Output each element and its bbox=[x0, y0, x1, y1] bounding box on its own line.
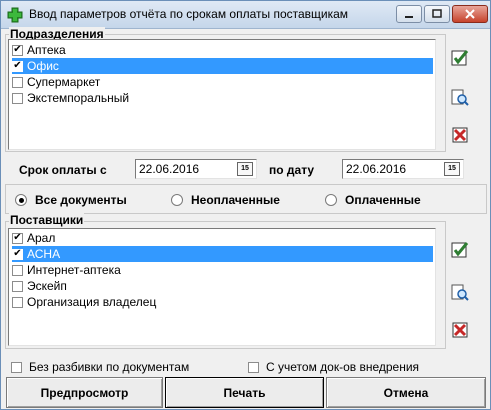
list-item-label: Организация владелец bbox=[27, 295, 157, 309]
no-breakdown-option[interactable]: Без разбивки по документам bbox=[11, 360, 189, 374]
period-to-label: по дату bbox=[269, 163, 315, 177]
report-dialog: Ввод параметров отчёта по срокам оплаты … bbox=[0, 0, 491, 410]
departments-list[interactable]: ✔ Аптека ✔ Офис Супермаркет Экстемпораль… bbox=[8, 39, 436, 150]
list-item-label: Аптека bbox=[27, 43, 66, 57]
check-all-icon bbox=[451, 50, 469, 66]
clear-icon bbox=[452, 322, 468, 338]
date-to-field[interactable]: 22.06.2016 15 bbox=[342, 159, 464, 179]
radio-label: Оплаченные bbox=[345, 193, 421, 207]
cancel-button[interactable]: Отмена bbox=[326, 377, 486, 408]
radio-label: Неоплаченные bbox=[191, 193, 280, 207]
checkbox[interactable] bbox=[11, 361, 22, 373]
period-from-label: Срок оплаты с bbox=[19, 163, 107, 177]
maximize-button[interactable] bbox=[424, 5, 450, 23]
date-from-field[interactable]: 22.06.2016 15 bbox=[135, 159, 257, 179]
find-supplier-button[interactable] bbox=[449, 282, 471, 304]
radio-all-documents[interactable]: Все документы bbox=[15, 193, 127, 207]
checkbox[interactable]: ✔ bbox=[12, 248, 23, 260]
suppliers-list[interactable]: ✔ Арал ✔ АСНА Интернет-аптека Эскейп Орг… bbox=[8, 228, 436, 346]
option-label: Без разбивки по документам bbox=[29, 360, 190, 374]
checkbox[interactable] bbox=[12, 264, 23, 276]
maximize-icon bbox=[432, 9, 442, 18]
list-item-supplier[interactable]: Интернет-аптека bbox=[12, 262, 433, 278]
list-item-supplier[interactable]: ✔ Арал bbox=[12, 230, 433, 246]
radio-button[interactable] bbox=[171, 194, 183, 206]
with-implementation-docs-option[interactable]: С учетом док-ов внедрения bbox=[248, 360, 419, 374]
radio-unpaid[interactable]: Неоплаченные bbox=[171, 193, 280, 207]
minimize-button[interactable] bbox=[396, 5, 422, 23]
print-button[interactable]: Печать bbox=[165, 377, 324, 408]
uncheck-all-departments-button[interactable] bbox=[449, 124, 471, 146]
radio-button[interactable] bbox=[325, 194, 337, 206]
list-item-label: Офис bbox=[27, 59, 59, 73]
list-item-label: АСНА bbox=[27, 247, 61, 261]
uncheck-all-suppliers-button[interactable] bbox=[449, 319, 471, 341]
search-icon bbox=[451, 89, 469, 106]
checkbox[interactable]: ✔ bbox=[12, 232, 23, 244]
list-item-department[interactable]: Экстемпоральный bbox=[12, 90, 433, 106]
find-department-button[interactable] bbox=[449, 87, 471, 109]
search-icon bbox=[451, 284, 469, 301]
checkbox[interactable]: ✔ bbox=[12, 60, 23, 72]
list-item-supplier[interactable]: Организация владелец bbox=[12, 294, 433, 310]
window-title: Ввод параметров отчёта по срокам оплаты … bbox=[29, 7, 349, 21]
green-plus-icon bbox=[7, 7, 23, 23]
radio-button[interactable] bbox=[15, 194, 27, 206]
suppliers-label: Поставщики bbox=[9, 213, 85, 227]
list-item-department[interactable]: ✔ Аптека bbox=[12, 42, 433, 58]
list-item-department[interactable]: ✔ Офис bbox=[12, 58, 433, 74]
title-bar[interactable]: Ввод параметров отчёта по срокам оплаты … bbox=[1, 1, 490, 29]
calendar-icon[interactable]: 15 bbox=[237, 162, 253, 176]
check-all-suppliers-button[interactable] bbox=[449, 239, 471, 261]
list-item-label: Экстемпоральный bbox=[27, 91, 130, 105]
date-from-value: 22.06.2016 bbox=[139, 162, 200, 176]
checkbox[interactable] bbox=[248, 361, 259, 373]
list-item-supplier[interactable]: Эскейп bbox=[12, 278, 433, 294]
option-label: С учетом док-ов внедрения bbox=[266, 360, 420, 374]
calendar-icon[interactable]: 15 bbox=[444, 162, 460, 176]
checkbox[interactable] bbox=[12, 92, 23, 104]
list-item-label: Арал bbox=[27, 231, 56, 245]
list-item-label: Супермаркет bbox=[27, 75, 101, 89]
list-item-label: Интернет-аптека bbox=[27, 263, 121, 277]
close-icon bbox=[465, 9, 475, 19]
date-to-value: 22.06.2016 bbox=[346, 162, 407, 176]
preview-button[interactable]: Предпросмотр bbox=[6, 377, 163, 408]
radio-paid[interactable]: Оплаченные bbox=[325, 193, 421, 207]
list-item-department[interactable]: Супермаркет bbox=[12, 74, 433, 90]
clear-icon bbox=[452, 127, 468, 143]
list-item-label: Эскейп bbox=[27, 279, 67, 293]
checkbox[interactable] bbox=[12, 76, 23, 88]
minimize-icon bbox=[405, 16, 413, 18]
radio-label: Все документы bbox=[35, 193, 127, 207]
check-all-icon bbox=[451, 242, 469, 258]
close-button[interactable] bbox=[452, 5, 488, 23]
list-item-supplier[interactable]: ✔ АСНА bbox=[12, 246, 433, 262]
check-all-departments-button[interactable] bbox=[449, 47, 471, 69]
checkbox[interactable] bbox=[12, 296, 23, 308]
checkbox[interactable]: ✔ bbox=[12, 44, 23, 56]
checkbox[interactable] bbox=[12, 280, 23, 292]
